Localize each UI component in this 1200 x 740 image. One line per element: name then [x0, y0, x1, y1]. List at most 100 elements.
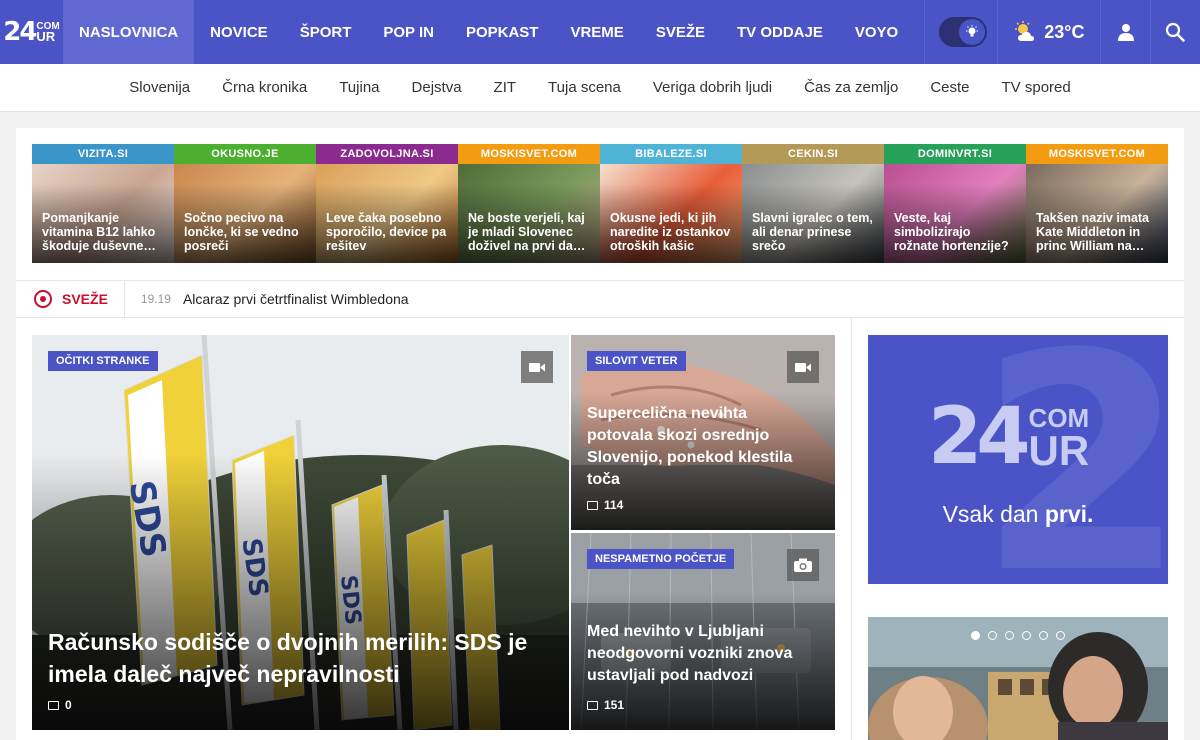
subnav-item[interactable]: Veriga dobrih ljudi: [637, 79, 788, 96]
logo-ur: UR: [36, 28, 56, 44]
nav-items: NASLOVNICA NOVICE ŠPORT POP IN POPKAST VREME S…: [63, 0, 914, 64]
carousel-dot[interactable]: [1005, 631, 1014, 640]
video-icon: [521, 351, 553, 383]
side-article-2[interactable]: NESPAMETNO POČETJE Med nevihto v Ljublja…: [571, 533, 835, 730]
subnav-item[interactable]: Tujina: [323, 79, 395, 96]
sidebar-divider: [851, 318, 852, 740]
target-icon: [34, 290, 52, 308]
carousel-dot[interactable]: [971, 631, 980, 640]
user-button[interactable]: [1101, 0, 1151, 64]
subnav-item[interactable]: Črna kronika: [206, 79, 323, 96]
partner-card[interactable]: MOSKISVET.COM Takšen naziv imata Kate Mid…: [1026, 144, 1168, 263]
weather-widget[interactable]: 23°C: [997, 0, 1102, 64]
subnav-item[interactable]: Čas za zemljo: [788, 79, 914, 96]
carousel-dot[interactable]: [988, 631, 997, 640]
side-article-title[interactable]: Med nevihto v Ljubljani neodgovorni vozn…: [587, 621, 811, 687]
theme-toggle-wrap: [924, 0, 997, 64]
ad-logo-number: 24: [928, 392, 1031, 482]
nav-item-tv-oddaje[interactable]: TV ODDAJE: [721, 0, 839, 64]
nav-item-sveže[interactable]: SVEŽE: [640, 0, 721, 64]
nav-item-novice[interactable]: NOVICE: [194, 0, 284, 64]
partner-card[interactable]: ZADOVOLJNA.SI Leve čaka posebno sporočilo…: [316, 144, 458, 263]
side-article-1[interactable]: SILOVIT VETER Supercelična nevihta potov…: [571, 335, 835, 530]
partner-title[interactable]: Pomanjkanje vitamina B12 lahko škoduje d…: [42, 211, 166, 253]
partner-tag[interactable]: OKUSNO.JE: [174, 144, 316, 164]
partner-card[interactable]: CEKIN.SI Slavni igralec o tem, ali denar …: [742, 144, 884, 263]
partner-title[interactable]: Takšen naziv imata Kate Middleton in pri…: [1036, 211, 1160, 253]
partner-card[interactable]: BIBALEZE.SI Okusne jedi, ki jih naredite …: [600, 144, 742, 263]
partner-title[interactable]: Okusne jedi, ki jih naredite iz ostankov…: [610, 211, 734, 253]
ad-slogan: Vsak dan prvi.: [868, 501, 1168, 528]
promo-carousel[interactable]: [868, 617, 1168, 740]
article-badge[interactable]: OČITKI STRANKE: [48, 351, 158, 371]
comment-icon: [587, 700, 598, 710]
comment-count-value: 151: [604, 698, 625, 712]
search-button[interactable]: [1151, 0, 1200, 64]
partner-title[interactable]: Veste, kaj simbolizirajo rožnate hortenz…: [894, 211, 1018, 253]
logo-number: 24: [3, 17, 37, 47]
partner-title[interactable]: Sočno pecivo na lončke, ki se vedno posr…: [184, 211, 308, 253]
comment-count[interactable]: 151: [587, 698, 624, 712]
partner-card[interactable]: DOMINVRT.SI Veste, kaj simbolizirajo rožn…: [884, 144, 1026, 263]
partner-title[interactable]: Slavni igralec o tem, ali denar prinese …: [752, 211, 876, 253]
top-navigation: 24 COM UR NASLOVNICA NOVICE ŠPORT POP IN POP…: [0, 0, 1200, 64]
partner-tag[interactable]: MOSKISVET.COM: [1026, 144, 1168, 164]
nav-item-vreme[interactable]: VREME: [554, 0, 639, 64]
comment-count[interactable]: 114: [587, 498, 623, 512]
article-badge[interactable]: NESPAMETNO POČETJE: [587, 549, 735, 569]
search-icon: [1166, 22, 1186, 42]
side-article-title[interactable]: Supercelična nevihta potovala skozi osre…: [587, 403, 811, 491]
partner-tag[interactable]: ZADOVOLJNA.SI: [316, 144, 458, 164]
main-article-title[interactable]: Računsko sodišče o dvojnih merilih: SDS …: [48, 626, 549, 690]
subnav-item[interactable]: Tuja scena: [532, 79, 637, 96]
carousel-dots: [868, 631, 1168, 640]
partly-sunny-icon: [1014, 21, 1036, 43]
carousel-dot[interactable]: [1022, 631, 1031, 640]
nav-item-naslovnica[interactable]: NASLOVNICA: [63, 0, 195, 64]
video-icon: [787, 351, 819, 383]
advertisement-box[interactable]: 24 24 COM UR Vsak dan prvi.: [868, 335, 1168, 584]
main-article[interactable]: SDS SDS SDS OČITKI STRANKE Računsko sodi…: [32, 335, 569, 730]
subnav-item[interactable]: Dejstva: [396, 79, 478, 96]
partner-title[interactable]: Leve čaka posebno sporočilo, device pa r…: [326, 211, 450, 253]
ad-logo: 24 COM UR: [928, 397, 1089, 477]
subnav-item[interactable]: Slovenija: [113, 79, 206, 96]
partner-tag[interactable]: CEKIN.SI: [742, 144, 884, 164]
comment-count-value: 114: [604, 498, 624, 512]
ticker-time: 19.19: [140, 292, 171, 306]
comment-count[interactable]: 0: [48, 698, 72, 712]
nav-item-šport[interactable]: ŠPORT: [284, 0, 368, 64]
subnav-item[interactable]: TV spored: [986, 79, 1087, 96]
partner-card[interactable]: OKUSNO.JE Sočno pecivo na lončke, ki se v…: [174, 144, 316, 263]
article-badge[interactable]: SILOVIT VETER: [587, 351, 686, 371]
partner-card[interactable]: MOSKISVET.COM Ne boste verjeli, kaj je ml…: [458, 144, 600, 263]
comment-count-value: 0: [65, 698, 72, 712]
carousel-dot[interactable]: [1039, 631, 1048, 640]
partner-tag[interactable]: BIBALEZE.SI: [600, 144, 742, 164]
ad-slogan-pre: Vsak dan: [942, 501, 1045, 527]
theme-toggle[interactable]: [939, 17, 988, 47]
nav-item-pop-in[interactable]: POP IN: [367, 0, 450, 64]
partner-title[interactable]: Ne boste verjeli, kaj je mladi Slovenec …: [468, 211, 592, 253]
comment-icon: [48, 700, 59, 710]
sub-navigation: Slovenija Črna kronika Tujina Dejstva ZIT Tuj…: [0, 64, 1200, 112]
partner-strip: VIZITA.SI Pomanjkanje vitamina B12 lahko …: [32, 144, 1168, 263]
carousel-dot[interactable]: [1056, 631, 1065, 640]
ticker-label[interactable]: SVEŽE: [16, 281, 125, 317]
ad-logo-suffix: COM UR: [1029, 405, 1090, 472]
lightbulb-icon: [959, 19, 986, 45]
partner-card[interactable]: VIZITA.SI Pomanjkanje vitamina B12 lahko …: [32, 144, 174, 263]
partner-tag[interactable]: VIZITA.SI: [32, 144, 174, 164]
subnav-item[interactable]: ZIT: [478, 79, 533, 96]
ticker-headline[interactable]: Alcaraz prvi četrtfinalist Wimbledona: [183, 291, 409, 307]
ticker-label-text: SVEŽE: [62, 291, 108, 307]
nav-item-popkast[interactable]: POPKAST: [450, 0, 555, 64]
breaking-ticker: SVEŽE 19.19 Alcaraz prvi četrtfinalist W…: [16, 280, 1184, 318]
site-logo[interactable]: 24 COM UR: [0, 0, 63, 64]
user-icon: [1117, 24, 1134, 41]
partner-tag[interactable]: DOMINVRT.SI: [884, 144, 1026, 164]
partner-tag[interactable]: MOSKISVET.COM: [458, 144, 600, 164]
subnav-item[interactable]: Ceste: [914, 79, 985, 96]
nav-item-voyo[interactable]: VOYO: [839, 0, 914, 64]
temperature: 23°C: [1044, 21, 1085, 42]
